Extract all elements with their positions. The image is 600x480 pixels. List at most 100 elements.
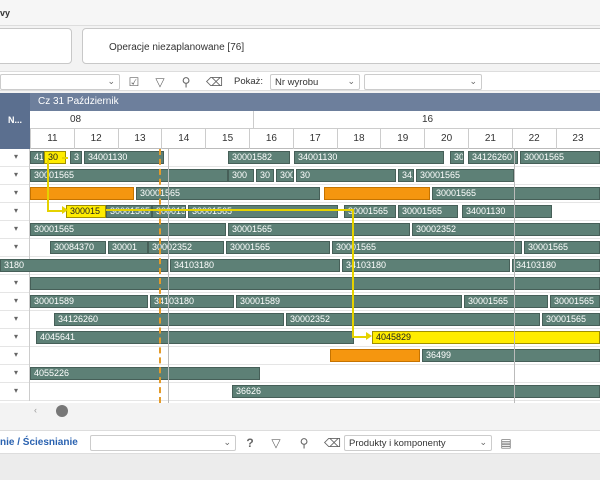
operation-bar[interactable]: 30002352 <box>286 313 540 326</box>
operation-bar[interactable] <box>30 187 134 200</box>
gantt-row: ▾ 4045641 4045829 <box>0 329 600 347</box>
chevron-down-icon: ▾ <box>14 314 19 323</box>
operation-bar[interactable]: 30 <box>296 169 396 182</box>
operation-bar[interactable]: 30001565 <box>464 295 548 308</box>
dependency-connector <box>62 157 68 159</box>
operation-bar[interactable]: 3 <box>70 151 82 164</box>
search-icon[interactable]: ⚲ <box>178 74 194 90</box>
operation-bar[interactable]: 34126260 <box>54 313 284 326</box>
row-expander[interactable]: ▾ <box>0 329 30 347</box>
row-expander[interactable]: ▾ <box>0 275 30 293</box>
operation-bar[interactable] <box>330 349 420 362</box>
operation-bar[interactable]: 300 <box>228 169 254 182</box>
row-expander[interactable]: ▾ <box>0 365 30 383</box>
operation-bar[interactable]: 30001 <box>108 241 148 254</box>
operation-bar[interactable]: 30001565 <box>228 223 410 236</box>
row-expander[interactable]: ▾ <box>0 185 30 203</box>
operation-bar[interactable]: 30001565 <box>432 187 600 200</box>
operation-bar[interactable]: 30001565 <box>188 205 338 218</box>
hour-label: 18 <box>336 129 381 149</box>
operation-bar[interactable]: 30001582 <box>228 151 290 164</box>
operation-bar[interactable]: 30001565 <box>524 241 600 254</box>
eraser-icon[interactable]: ⌫ <box>206 74 223 90</box>
operation-bar[interactable]: 300015 <box>66 205 106 218</box>
operation-bar[interactable]: 30001589 <box>236 295 462 308</box>
operation-bar[interactable]: 36626 <box>232 385 600 398</box>
footer-select[interactable]: ⌄ <box>90 435 236 451</box>
operation-bar[interactable]: 30001565 <box>332 241 522 254</box>
operation-bar[interactable]: 30001565 <box>152 205 186 218</box>
gantt-row: ▾300015300015653000156530001565300015653… <box>0 203 600 221</box>
secondary-select[interactable]: ⌄ <box>364 74 482 90</box>
arrow-icon <box>62 206 68 214</box>
operation-bar[interactable]: 30 <box>256 169 274 182</box>
operation-bar[interactable]: 30001565 <box>30 223 226 236</box>
operation-bar[interactable]: 34126260 <box>468 151 518 164</box>
search-icon[interactable]: ⚲ <box>296 435 312 451</box>
operation-bar[interactable]: 30002352 <box>412 223 600 236</box>
operation-bar[interactable]: 3180 <box>0 259 168 272</box>
operation-bar[interactable]: 30001565 <box>136 187 320 200</box>
operation-bar[interactable]: 30001565 <box>30 169 228 182</box>
filter-combo[interactable]: ⌄ <box>0 74 120 90</box>
chevron-down-icon: ▾ <box>14 170 19 179</box>
operation-bar[interactable]: 30001565 <box>276 169 294 182</box>
scroll-thumb[interactable] <box>56 405 68 417</box>
row-expander[interactable]: ▾ <box>0 347 30 365</box>
horizontal-scrollbar[interactable]: ‹ <box>0 403 600 417</box>
row-expander[interactable]: ▾ <box>0 293 30 311</box>
operation-bar[interactable]: 4055226 <box>30 367 260 380</box>
operation-bar[interactable]: 41 <box>30 151 44 164</box>
filter-icon[interactable]: ▽ <box>268 435 284 451</box>
row-expander[interactable]: ▾ <box>0 203 30 221</box>
operation-bar[interactable]: 34103180 <box>170 259 340 272</box>
show-label: Pokaż: <box>234 76 264 87</box>
operation-bar[interactable]: 30001565 <box>416 169 514 182</box>
operation-bar[interactable]: 30001565 <box>398 205 458 218</box>
left-tile[interactable] <box>0 28 72 64</box>
calendar-icon[interactable]: ▤ <box>498 435 514 451</box>
help-icon[interactable]: ? <box>242 435 258 451</box>
show-select[interactable]: Nr wyrobu ⌄ <box>270 74 360 90</box>
row-expander[interactable]: ▾ <box>0 239 30 257</box>
chevron-down-icon: ▾ <box>14 296 19 305</box>
operation-bar[interactable]: 34103180 <box>398 169 414 182</box>
operation-bar[interactable]: 30084370 <box>50 241 106 254</box>
unplanned-operations-tile[interactable]: Operacje niezaplanowane [76] <box>82 28 600 64</box>
operation-bar[interactable]: 30001565 <box>106 205 152 218</box>
operation-bar[interactable]: 34103180 <box>342 259 510 272</box>
operation-bar[interactable]: 34001130 <box>84 151 164 164</box>
hour-label: 21 <box>468 129 512 149</box>
row-expander[interactable]: ▾ <box>0 311 30 329</box>
products-select[interactable]: Produkty i komponenty ⌄ <box>344 435 492 451</box>
row-expander[interactable]: ▾ <box>0 167 30 185</box>
chevron-down-icon: ▾ <box>14 278 19 287</box>
operation-bar[interactable]: 30 <box>450 151 464 164</box>
operation-bar[interactable]: 30001589 <box>30 295 148 308</box>
operation-bar[interactable] <box>324 187 430 200</box>
operation-bar[interactable]: 30001565 <box>226 241 330 254</box>
scroll-left-icon[interactable]: ‹ <box>34 405 37 415</box>
gantt-row: ▾ <box>0 275 600 293</box>
row-expander[interactable]: ▾ <box>0 221 30 239</box>
operation-bar[interactable]: 30001565 <box>520 151 600 164</box>
footer-link[interactable]: nie / Ściesnianie <box>0 437 78 448</box>
row-expander[interactable]: ▾ <box>0 149 30 167</box>
eraser-icon[interactable]: ⌫ <box>324 435 341 451</box>
column-n-header[interactable]: N... <box>8 115 22 125</box>
row-expander[interactable]: ▾ <box>0 383 30 401</box>
operation-bar[interactable]: 34001130 <box>294 151 444 164</box>
operation-bar[interactable]: 4045641 <box>36 331 354 344</box>
operation-bar[interactable]: 30001565 <box>542 313 600 326</box>
gantt-row: ▾ 41 30 3 34001130 30001582 34001130 30 34126260… <box>0 149 600 167</box>
hour-label: 17 <box>292 129 337 149</box>
operation-bar[interactable]: 34001130 <box>462 205 552 218</box>
operation-bar[interactable]: 4045829 <box>372 331 600 344</box>
filter-icon[interactable]: ▽ <box>152 74 168 90</box>
checklist-icon[interactable]: ☑ <box>126 74 142 90</box>
chevron-down-icon: ▾ <box>14 206 19 215</box>
operation-bar[interactable]: 30001565 <box>550 295 600 308</box>
operation-bar[interactable]: 34103180 <box>512 259 600 272</box>
operation-bar[interactable]: 34103180 <box>150 295 234 308</box>
operation-bar[interactable]: 36499 <box>422 349 600 362</box>
